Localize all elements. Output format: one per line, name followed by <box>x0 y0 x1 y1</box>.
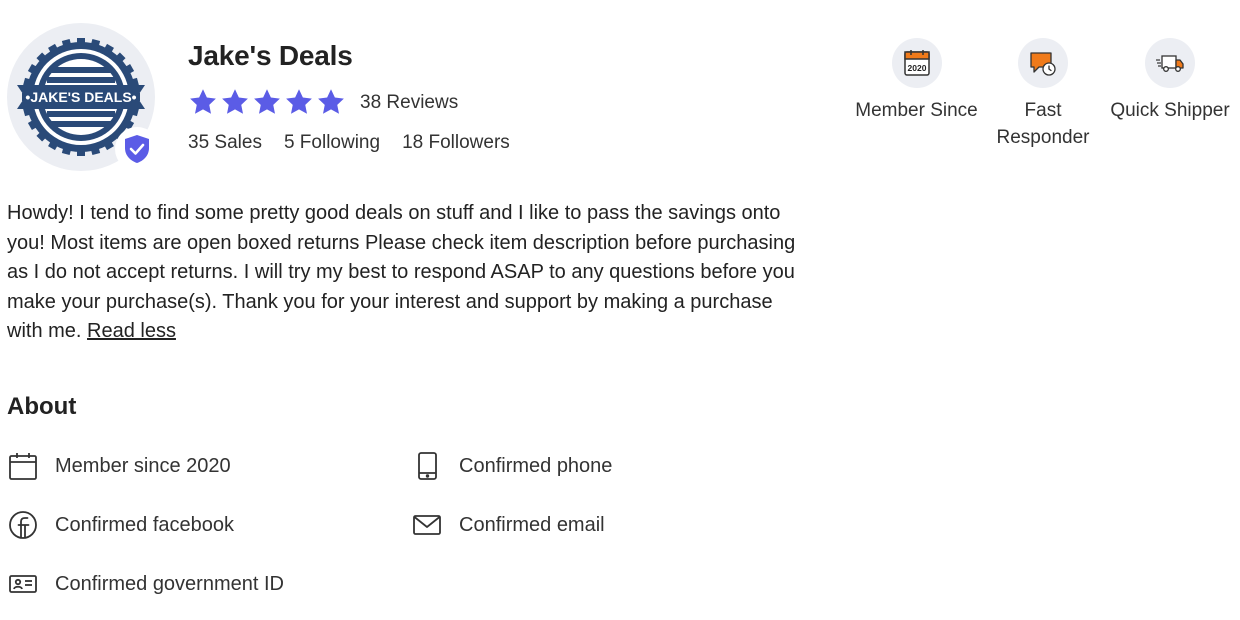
star-icon <box>316 87 346 117</box>
about-item-label: Member since 2020 <box>55 454 231 477</box>
verified-badge <box>115 127 159 171</box>
email-icon <box>411 509 443 541</box>
delivery-truck-icon <box>1145 38 1195 88</box>
id-card-icon <box>7 568 39 600</box>
seller-badges: 2020 Member Since Fast Responder Quick S… <box>850 38 1235 158</box>
about-heading: About <box>7 393 77 420</box>
about-item-email: Confirmed email <box>411 509 605 541</box>
reviews-link[interactable]: 38 Reviews <box>360 92 458 114</box>
calendar-2020-icon: 2020 <box>891 38 942 88</box>
badge-quick-shipper: Quick Shipper <box>1105 38 1235 124</box>
star-icon <box>188 87 218 117</box>
about-item-label: Confirmed government ID <box>55 572 284 595</box>
about-item-label: Confirmed phone <box>459 454 613 477</box>
profile-stats: 35 Sales 5 Following 18 Followers <box>188 132 510 154</box>
verified-shield-icon <box>125 135 149 163</box>
badge-member-since: 2020 Member Since <box>850 38 983 124</box>
fast-responder-icon <box>1018 38 1068 88</box>
about-item-label: Confirmed facebook <box>55 513 234 536</box>
facebook-icon <box>7 509 39 541</box>
about-item-member-since: Member since 2020 <box>7 450 231 482</box>
phone-icon <box>411 450 443 482</box>
star-icon <box>252 87 282 117</box>
rating-stars <box>188 87 346 117</box>
about-item-phone: Confirmed phone <box>411 450 612 482</box>
followers-link[interactable]: 18 Followers <box>402 132 510 154</box>
read-less-link[interactable]: Read less <box>87 320 176 342</box>
badge-label: Member Since <box>855 100 978 121</box>
calendar-icon <box>7 450 39 482</box>
about-item-label: Confirmed email <box>459 513 605 536</box>
sales-count: 35 Sales <box>188 132 262 153</box>
shop-name: Jake's Deals <box>188 40 353 71</box>
badge-fast-responder: Fast Responder <box>993 38 1093 151</box>
star-icon <box>284 87 314 117</box>
calendar-year: 2020 <box>907 63 926 73</box>
badge-label: Quick Shipper <box>1110 100 1230 121</box>
seller-bio: Howdy! I tend to find some pretty good d… <box>7 199 797 347</box>
following-link[interactable]: 5 Following <box>284 132 380 154</box>
about-item-facebook: Confirmed facebook <box>7 509 234 541</box>
avatar-logo-text: •JAKE'S DEALS• <box>25 89 136 105</box>
about-item-government-id: Confirmed government ID <box>7 568 284 600</box>
avatar[interactable]: •JAKE'S DEALS• <box>7 23 159 171</box>
star-icon <box>220 87 250 117</box>
badge-label: Fast Responder <box>996 100 1090 148</box>
